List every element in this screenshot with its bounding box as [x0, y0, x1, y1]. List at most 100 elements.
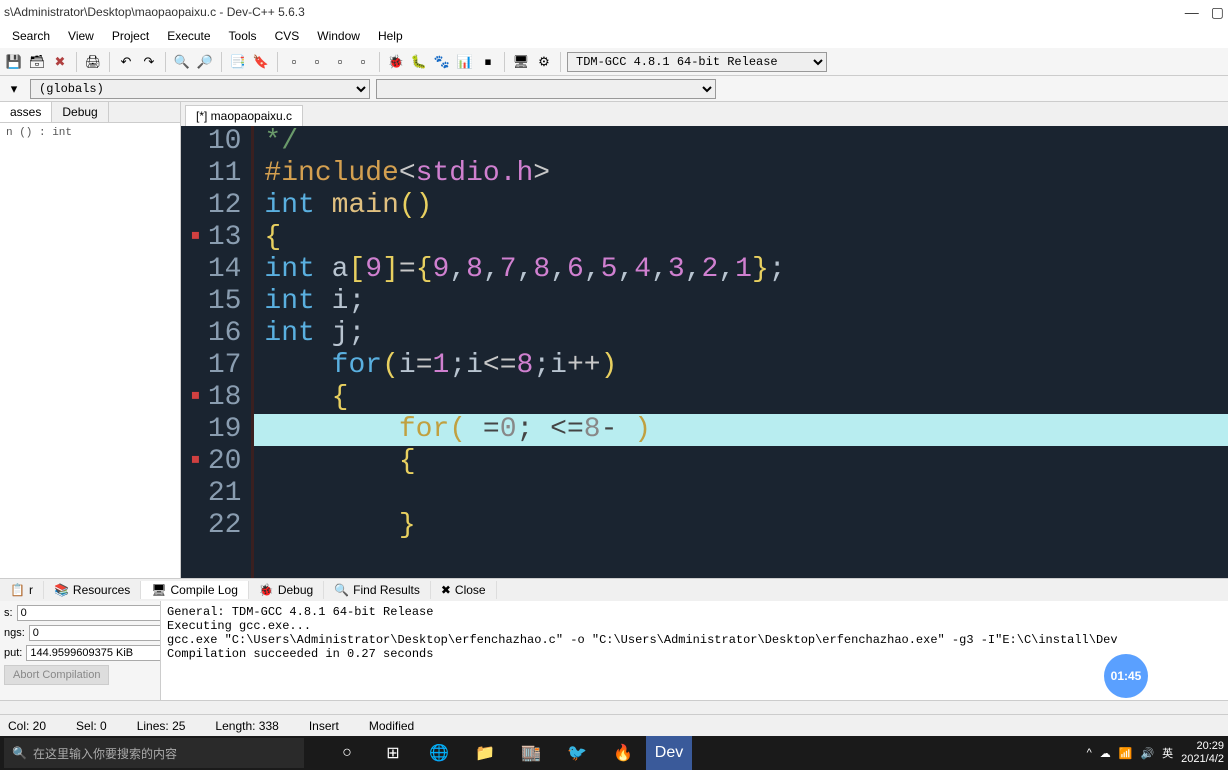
- bottom-tab-r[interactable]: 📋r: [0, 581, 44, 599]
- main-area: asses Debug n () : int [*] maopaopaixu.c…: [0, 102, 1228, 578]
- bottom-tab-debug[interactable]: 🐞Debug: [249, 581, 324, 599]
- tool2-icon[interactable]: ⚙: [534, 52, 554, 72]
- scope-bar: ▾ (globals): [0, 76, 1228, 102]
- class-browser[interactable]: n () : int: [0, 123, 180, 143]
- edge-icon[interactable]: 🌐: [416, 736, 462, 770]
- tray-up-icon[interactable]: ^: [1087, 747, 1092, 759]
- code-editor[interactable]: 101112▪1314151617▪1819▪202122 */#include…: [181, 126, 1228, 578]
- bookmark-icon[interactable]: 🔖: [251, 52, 271, 72]
- scope-drop-icon[interactable]: ▾: [4, 79, 24, 99]
- taskbar-tray: ^ ☁ 📶 🔊 英 20:29 2021/4/2: [1087, 740, 1224, 766]
- menu-cvs[interactable]: CVS: [267, 27, 308, 45]
- log-scrollbar[interactable]: [0, 700, 1228, 714]
- replace-icon[interactable]: 🔎: [195, 52, 215, 72]
- undo-icon[interactable]: ↶: [116, 52, 136, 72]
- compile-stats: s: ngs: put: Abort Compilation: [0, 601, 160, 700]
- side-tabs: asses Debug: [0, 102, 180, 123]
- statusbar: Col: 20 Sel: 0 Lines: 25 Length: 338 Ins…: [0, 714, 1228, 736]
- toolbar: 💾 🗃 ✖ 🖨 ↶ ↷ 🔍 🔎 📑 🔖 ▫ ▫ ▫ ▫ 🐞 🐛 🐾 📊 ⏹ 🖥 …: [0, 48, 1228, 76]
- stat-put-label: put:: [4, 647, 22, 659]
- print-icon[interactable]: 🖨: [83, 52, 103, 72]
- tray-cloud-icon[interactable]: ☁: [1100, 747, 1111, 760]
- menu-search[interactable]: Search: [4, 27, 58, 45]
- stat-ngs-input[interactable]: [29, 625, 179, 641]
- taskbar-search[interactable]: 🔍 在这里输入你要搜索的内容: [4, 738, 304, 768]
- app2-icon[interactable]: 🔥: [600, 736, 646, 770]
- status-col: Col: 20: [8, 719, 46, 733]
- maximize-button[interactable]: ▢: [1211, 4, 1224, 21]
- devcpp-icon[interactable]: Dev: [646, 736, 692, 770]
- member-select[interactable]: [376, 79, 716, 99]
- compiler-select[interactable]: TDM-GCC 4.8.1 64-bit Release: [567, 52, 827, 72]
- app1-icon[interactable]: 🐦: [554, 736, 600, 770]
- debug-icon[interactable]: 🐞: [386, 52, 406, 72]
- status-lines: Lines: 25: [137, 719, 186, 733]
- taskbar-icons: ○ ⊞ 🌐 📁 🏬 🐦 🔥 Dev: [324, 736, 1087, 770]
- status-insert: Insert: [309, 719, 339, 733]
- redo-icon[interactable]: ↷: [139, 52, 159, 72]
- titlebar: s\Administrator\Desktop\maopaopaixu.c - …: [0, 0, 1228, 24]
- run-icon[interactable]: ▫: [307, 52, 327, 72]
- cortana-icon[interactable]: ○: [324, 736, 370, 770]
- stat-s-input[interactable]: [17, 605, 167, 621]
- status-sel: Sel: 0: [76, 719, 107, 733]
- taskbar: 🔍 在这里输入你要搜索的内容 ○ ⊞ 🌐 📁 🏬 🐦 🔥 Dev ^ ☁ 📶 🔊…: [0, 736, 1228, 770]
- menu-project[interactable]: Project: [104, 27, 157, 45]
- taskview-icon[interactable]: ⊞: [370, 736, 416, 770]
- scope-select[interactable]: (globals): [30, 79, 370, 99]
- stat-ngs-label: ngs:: [4, 627, 25, 639]
- bottom-tab-resources[interactable]: 📚Resources: [44, 581, 141, 599]
- save-icon[interactable]: 💾: [4, 52, 24, 72]
- compile-log[interactable]: General: TDM-GCC 4.8.1 64-bit Release Ex…: [160, 601, 1228, 700]
- status-modified: Modified: [369, 719, 414, 733]
- menubar: Search View Project Execute Tools CVS Wi…: [0, 24, 1228, 48]
- tray-volume-icon[interactable]: 🔊: [1140, 747, 1154, 760]
- search-placeholder: 在这里输入你要搜索的内容: [33, 745, 177, 762]
- bottom-tabs: 📋r📚Resources🖥Compile Log🐞Debug🔍Find Resu…: [0, 579, 1228, 601]
- tray-lang[interactable]: 英: [1162, 745, 1173, 761]
- stat-s-label: s:: [4, 607, 13, 619]
- file-tabs: [*] maopaopaixu.c: [181, 102, 1228, 126]
- compile-icon[interactable]: ▫: [284, 52, 304, 72]
- debugover-icon[interactable]: 🐾: [432, 52, 452, 72]
- menu-window[interactable]: Window: [309, 27, 368, 45]
- close-icon[interactable]: ✖: [50, 52, 70, 72]
- saveall-icon[interactable]: 🗃: [27, 52, 47, 72]
- debugstep-icon[interactable]: 🐛: [409, 52, 429, 72]
- bottom-tab-close[interactable]: ✖Close: [431, 581, 497, 599]
- search-icon: 🔍: [12, 746, 27, 760]
- explorer-icon[interactable]: 📁: [462, 736, 508, 770]
- profile-icon[interactable]: 📊: [455, 52, 475, 72]
- class-item[interactable]: n () : int: [6, 127, 72, 139]
- bottom-tab-compile-log[interactable]: 🖥Compile Log: [141, 581, 249, 599]
- menu-tools[interactable]: Tools: [221, 27, 265, 45]
- gutter: 101112▪1314151617▪1819▪202122: [181, 126, 254, 578]
- bottom-content: s: ngs: put: Abort Compilation General: …: [0, 601, 1228, 700]
- bottom-tab-find-results[interactable]: 🔍Find Results: [324, 581, 431, 599]
- editor-area: [*] maopaopaixu.c 101112▪1314151617▪1819…: [181, 102, 1228, 578]
- code-content[interactable]: */#include<stdio.h>int main(){int a[9]={…: [254, 126, 1228, 578]
- window-controls: — ▢: [1185, 4, 1224, 21]
- debugstop-icon[interactable]: ⏹: [478, 52, 498, 72]
- abort-button[interactable]: Abort Compilation: [4, 665, 109, 685]
- menu-help[interactable]: Help: [370, 27, 411, 45]
- minimize-button[interactable]: —: [1185, 4, 1199, 21]
- side-tab-debug[interactable]: Debug: [52, 102, 108, 122]
- store-icon[interactable]: 🏬: [508, 736, 554, 770]
- sidebar: asses Debug n () : int: [0, 102, 181, 578]
- stat-put-input[interactable]: [26, 645, 176, 661]
- side-tab-classes[interactable]: asses: [0, 102, 52, 122]
- tool1-icon[interactable]: 🖥: [511, 52, 531, 72]
- bottom-panel: 📋r📚Resources🖥Compile Log🐞Debug🔍Find Resu…: [0, 578, 1228, 714]
- compilerun-icon[interactable]: ▫: [330, 52, 350, 72]
- overlay-badge: 01:45: [1104, 654, 1148, 698]
- menu-execute[interactable]: Execute: [159, 27, 218, 45]
- menu-view[interactable]: View: [60, 27, 102, 45]
- find-icon[interactable]: 🔍: [172, 52, 192, 72]
- tray-clock[interactable]: 20:29 2021/4/2: [1181, 740, 1224, 766]
- window-title: s\Administrator\Desktop\maopaopaixu.c - …: [4, 5, 305, 19]
- file-tab[interactable]: [*] maopaopaixu.c: [185, 105, 303, 126]
- rebuild-icon[interactable]: ▫: [353, 52, 373, 72]
- goto-icon[interactable]: 📑: [228, 52, 248, 72]
- tray-wifi-icon[interactable]: 📶: [1119, 747, 1133, 760]
